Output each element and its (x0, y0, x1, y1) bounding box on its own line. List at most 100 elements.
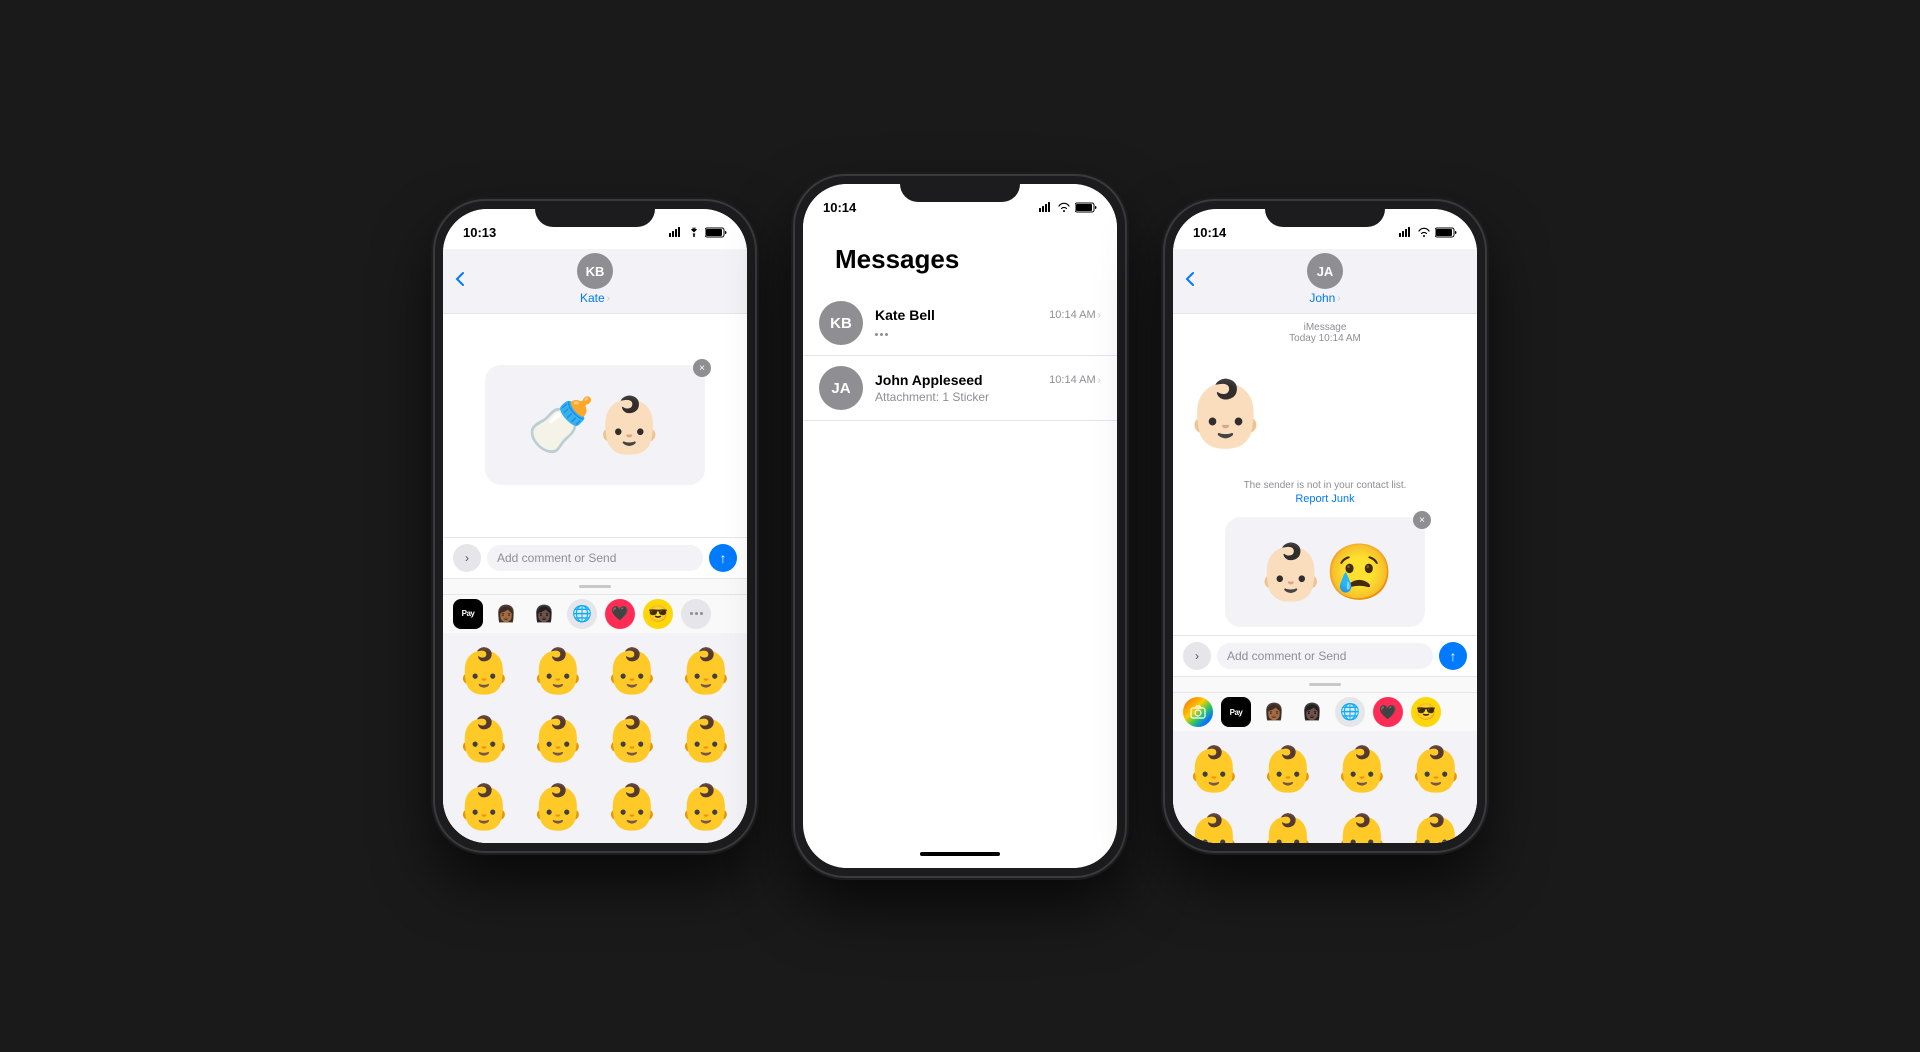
sticker-cell-left-5[interactable]: 👶 (447, 705, 521, 773)
imessage-label-right: iMessage Today 10:14 AM (1173, 314, 1477, 352)
message-list: KB Kate Bell 10:14 AM › (803, 291, 1117, 840)
wifi-icon-middle (1057, 202, 1071, 212)
back-chevron-left (455, 271, 465, 287)
memoji2-icon-left[interactable]: 👩🏿 (529, 599, 559, 629)
memoji2-icon-right[interactable]: 👩🏿 (1297, 697, 1327, 727)
sticker-cell-left-12[interactable]: 👶 (669, 773, 743, 841)
signal-icon-middle (1039, 202, 1053, 212)
message-input-right[interactable]: Add comment or Send (1217, 643, 1433, 669)
input-bar-right: › Add comment or Send ↑ (1173, 635, 1477, 676)
list-avatar-john: JA (819, 366, 863, 410)
sticker-cell-left-11[interactable]: 👶 (595, 773, 669, 841)
emoji-icon-left[interactable]: 😎 (643, 599, 673, 629)
messages-title-bar: Messages (803, 224, 1117, 291)
name-chevron-left: › (607, 293, 610, 304)
sticker-cell-right-4[interactable]: 👶 (1399, 735, 1473, 803)
send-button-left[interactable]: ↑ (709, 544, 737, 572)
sticker-image-left: 🍼👶🏻 (527, 393, 664, 458)
back-button-left[interactable] (455, 271, 465, 287)
sticker-grid-right: 👶 👶 👶 👶 👶 👶 👶 👶 👶 👶 👶 👶 (1173, 731, 1477, 843)
contact-avatar-right[interactable]: JA (1307, 253, 1343, 289)
three-dots-left (690, 612, 703, 615)
list-chevron-kate: › (1098, 310, 1101, 321)
status-icons-right (1399, 227, 1457, 238)
globe-icon-left[interactable]: 🌐 (567, 599, 597, 629)
sticker-cell-right-3[interactable]: 👶 (1325, 735, 1399, 803)
applepay-icon-left[interactable]: Pay (453, 599, 483, 629)
globe-icon-right[interactable]: 🌐 (1335, 697, 1365, 727)
sticker-cell-left-1[interactable]: 👶 (447, 637, 521, 705)
report-junk-link[interactable]: Report Junk (1189, 493, 1461, 505)
received-sticker-emoji-right: 👶🏻 (1185, 376, 1266, 452)
wifi-icon-right (1417, 227, 1431, 237)
battery-icon-left (705, 227, 727, 238)
list-name-john: John Appleseed (875, 372, 983, 388)
list-chevron-john: › (1098, 375, 1101, 386)
list-item-kate[interactable]: KB Kate Bell 10:14 AM › (803, 291, 1117, 356)
app-strip-drag-right (1173, 676, 1477, 692)
sticker-pending-left: × 🍼👶🏻 (485, 365, 705, 485)
sticker-cell-left-7[interactable]: 👶 (595, 705, 669, 773)
phone-left: 10:13 (435, 201, 755, 851)
sticker-cell-right-5[interactable]: 👶 (1177, 803, 1251, 843)
drag-handle-right (1309, 683, 1341, 686)
signal-icon-left (669, 227, 683, 237)
list-header-john: John Appleseed 10:14 AM › (875, 372, 1101, 388)
list-content-kate: Kate Bell 10:14 AM › (875, 307, 1101, 339)
back-button-right[interactable] (1185, 271, 1195, 287)
notch-middle (900, 176, 1020, 202)
emoji-icon-right[interactable]: 😎 (1411, 697, 1441, 727)
sticker-close-right[interactable]: × (1413, 511, 1431, 529)
sticker-cell-left-10[interactable]: 👶 (521, 773, 595, 841)
message-input-left[interactable]: Add comment or Send (487, 545, 703, 571)
sticker-cell-left-9[interactable]: 👶 (447, 773, 521, 841)
sticker-cell-right-2[interactable]: 👶 (1251, 735, 1325, 803)
contact-avatar-left[interactable]: KB (577, 253, 613, 289)
sticker-close-left[interactable]: × (693, 359, 711, 377)
more-icon-left[interactable] (681, 599, 711, 629)
list-avatar-kate: KB (819, 301, 863, 345)
expand-button-left[interactable]: › (453, 544, 481, 572)
wifi-icon-left (687, 227, 701, 237)
list-item-john[interactable]: JA John Appleseed 10:14 AM › Attachment:… (803, 356, 1117, 421)
contact-name-left[interactable]: Kate › (580, 291, 610, 305)
phone-right: 10:14 (1165, 201, 1485, 851)
sticker-cell-right-6[interactable]: 👶 (1251, 803, 1325, 843)
memoji1-icon-left[interactable]: 👩🏾 (491, 599, 521, 629)
sticker-cell-left-4[interactable]: 👶 (669, 637, 743, 705)
contact-name-right[interactable]: John › (1309, 291, 1340, 305)
screen-right: 10:14 (1173, 209, 1477, 843)
sticker-cell-right-1[interactable]: 👶 (1177, 735, 1251, 803)
notch-left (535, 201, 655, 227)
applepay-icon-right[interactable]: Pay (1221, 697, 1251, 727)
memoji1-icon-right[interactable]: 👩🏾 (1259, 697, 1289, 727)
heart-icon-right[interactable]: 🖤 (1373, 697, 1403, 727)
messages-title: Messages (819, 228, 1101, 283)
sticker-cell-left-2[interactable]: 👶 (521, 637, 595, 705)
sticker-cell-left-8[interactable]: 👶 (669, 705, 743, 773)
expand-button-right[interactable]: › (1183, 642, 1211, 670)
heart-icon-left[interactable]: 🖤 (605, 599, 635, 629)
sticker-cell-right-8[interactable]: 👶 (1399, 803, 1473, 843)
list-preview-kate (875, 325, 1101, 339)
sticker-cell-left-6[interactable]: 👶 (521, 705, 595, 773)
photo-icon-right[interactable] (1183, 697, 1213, 727)
send-button-right[interactable]: ↑ (1439, 642, 1467, 670)
phones-container: 10:13 (0, 0, 1920, 1052)
camera-icon-right (1190, 705, 1206, 719)
sticker-cell-left-3[interactable]: 👶 (595, 637, 669, 705)
received-sticker-right: 👶🏻 (1173, 352, 1477, 476)
app-icons-right: Pay 👩🏾 👩🏿 🌐 🖤 😎 (1173, 692, 1477, 731)
sticker-grid-left: 👶 👶 👶 👶 👶 👶 👶 👶 👶 👶 👶 👶 (443, 633, 747, 844)
report-section-right: The sender is not in your contact list. … (1173, 476, 1477, 509)
notch-right (1265, 201, 1385, 227)
sticker-preview-left: × 🍼👶🏻 (443, 314, 747, 537)
app-strip-left (443, 578, 747, 594)
time-right: 10:14 (1193, 225, 1226, 240)
nav-bar-left: KB Kate › (443, 249, 747, 314)
list-preview-john: Attachment: 1 Sticker (875, 390, 1101, 404)
list-content-john: John Appleseed 10:14 AM › Attachment: 1 … (875, 372, 1101, 404)
time-middle: 10:14 (823, 200, 856, 215)
sticker-cell-right-7[interactable]: 👶 (1325, 803, 1399, 843)
phone-middle: 10:14 (795, 176, 1125, 876)
